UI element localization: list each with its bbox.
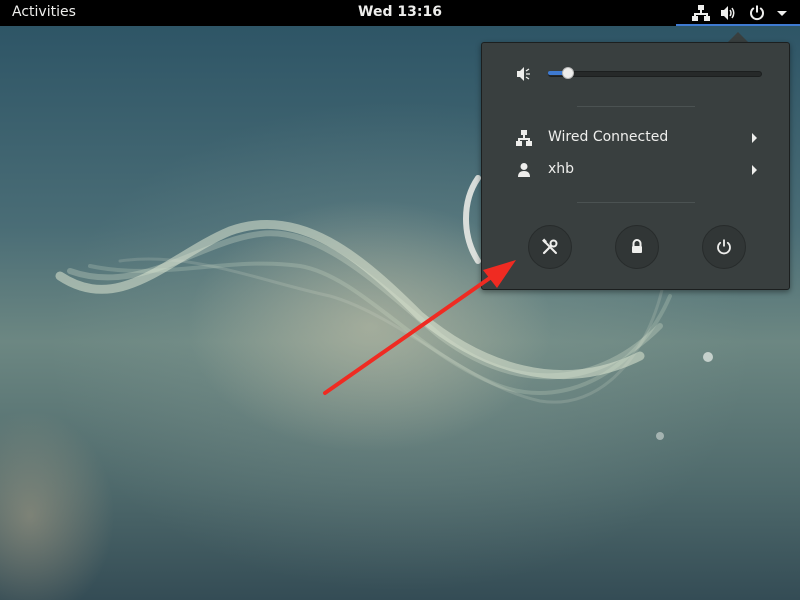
- speaker-volume-icon: [719, 4, 737, 22]
- submenu-arrow-icon: [752, 133, 757, 143]
- speaker-low-icon: [516, 66, 532, 86]
- user-icon: [516, 162, 532, 178]
- menu-item-user[interactable]: xhb: [482, 155, 789, 185]
- menu-separator: [577, 202, 695, 203]
- power-icon: [748, 4, 766, 22]
- settings-button[interactable]: [528, 225, 572, 269]
- activities-button[interactable]: Activities: [12, 4, 76, 20]
- tools-icon: [542, 238, 558, 255]
- menu-separator: [577, 106, 695, 107]
- power-icon: [717, 239, 731, 255]
- power-off-button[interactable]: [702, 225, 746, 269]
- menu-item-label: Wired Connected: [548, 129, 669, 145]
- volume-slider-track: [548, 71, 762, 77]
- menu-item-label: xhb: [548, 161, 575, 177]
- lock-button[interactable]: [615, 225, 659, 269]
- volume-slider-handle[interactable]: [562, 67, 574, 79]
- status-area-active-indicator: [676, 24, 800, 26]
- submenu-arrow-icon: [752, 165, 757, 175]
- system-status-area[interactable]: [676, 0, 800, 26]
- lock-icon: [632, 239, 642, 253]
- clock-button[interactable]: Wed 13:16: [358, 4, 442, 20]
- menu-item-wired-connection[interactable]: Wired Connected: [482, 123, 789, 153]
- system-menu: Wired Connected xhb: [481, 42, 790, 290]
- network-wired-icon: [516, 130, 532, 146]
- dropdown-arrow-icon: [773, 4, 791, 22]
- top-bar: Activities Wed 13:16: [0, 0, 800, 26]
- network-wired-icon: [692, 4, 710, 22]
- volume-slider[interactable]: [548, 67, 762, 79]
